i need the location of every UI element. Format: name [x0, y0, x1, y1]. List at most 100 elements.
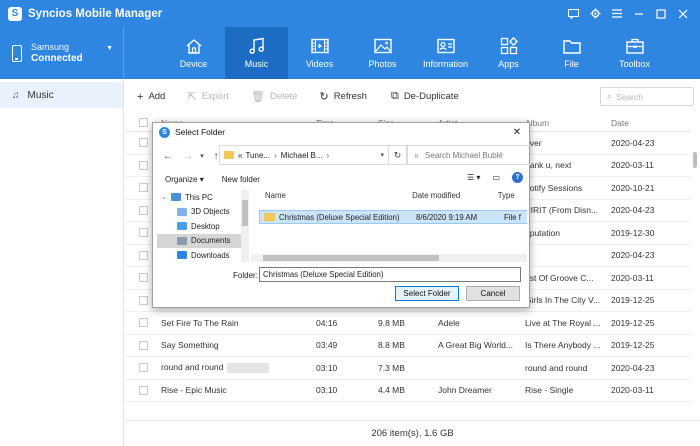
- cell-album: Live at The Royal ...: [525, 317, 601, 328]
- forward-arrow-icon[interactable]: →: [181, 151, 195, 162]
- gear-icon[interactable]: [584, 4, 606, 24]
- main-nav: Samsung Connected ▼ Device Music Videos: [0, 27, 700, 79]
- dialog-buttons: Select Folder Cancel: [153, 286, 531, 302]
- cell-size: 7.3 MB: [378, 362, 405, 373]
- select-folder-dialog: S Select Folder ✕ ← → ▾ ↑ « Tune... › Mi…: [152, 122, 531, 308]
- row-checkbox[interactable]: [138, 138, 148, 148]
- close-icon[interactable]: [672, 4, 694, 24]
- nav-toolbox[interactable]: Toolbox: [603, 27, 666, 79]
- table-row[interactable]: Set Fire To The Rain 04:16 9.8 MB Adele Live…: [125, 312, 691, 335]
- list-horizontal-scrollbar[interactable]: [251, 254, 527, 262]
- table-row[interactable]: round and round 03:10 7.3 MB round and roun…: [125, 357, 691, 380]
- feedback-icon[interactable]: [562, 4, 584, 24]
- maximize-icon[interactable]: [650, 4, 672, 24]
- apps-grid-icon: [499, 37, 519, 55]
- search-input[interactable]: ⌕ Search: [600, 87, 694, 106]
- cell-date: 2019-12-30: [611, 227, 655, 238]
- add-button[interactable]: + Add: [137, 91, 165, 103]
- cell-date: 2020-04-23: [611, 205, 655, 216]
- music-note-icon: [247, 37, 267, 55]
- dialog-title-bar: S Select Folder: [153, 123, 529, 141]
- cell-album: Is There Anybody ...: [525, 340, 601, 351]
- scrollbar-thumb[interactable]: [242, 200, 248, 226]
- folder-name-input[interactable]: Christmas (Deluxe Special Edition): [259, 267, 521, 282]
- row-checkbox[interactable]: [138, 318, 148, 328]
- tree-item-desktop[interactable]: Desktop: [157, 219, 243, 234]
- minimize-icon[interactable]: [628, 4, 650, 24]
- organize-button[interactable]: Organize ▾: [165, 175, 204, 184]
- preview-pane-icon[interactable]: ▭: [492, 173, 500, 182]
- nav-music[interactable]: Music: [225, 27, 288, 79]
- refresh-icon[interactable]: ↻: [389, 145, 407, 165]
- cell-time: 03:10: [316, 385, 338, 396]
- help-icon[interactable]: ?: [512, 172, 523, 183]
- new-folder-button[interactable]: New folder: [222, 175, 260, 184]
- phone-icon: [12, 44, 22, 62]
- column-name[interactable]: Name: [251, 191, 412, 200]
- select-folder-button[interactable]: Select Folder: [395, 286, 459, 301]
- row-checkbox[interactable]: [138, 160, 148, 170]
- row-checkbox[interactable]: [138, 205, 148, 215]
- chevron-right-icon: ›: [274, 150, 277, 160]
- cell-size: 4.4 MB: [378, 385, 405, 396]
- list-item[interactable]: Christmas (Deluxe Special Edition) 8/6/2…: [259, 210, 527, 224]
- nav-file[interactable]: File: [540, 27, 603, 79]
- nav-apps[interactable]: Apps: [477, 27, 540, 79]
- item-count: 206 item(s), 1.6 GB: [371, 428, 454, 439]
- search-icon: ⌕: [607, 91, 613, 101]
- dialog-close-icon[interactable]: ✕: [509, 124, 525, 140]
- select-all-checkbox[interactable]: [138, 118, 148, 127]
- row-checkbox[interactable]: [138, 228, 148, 238]
- column-type[interactable]: Type: [498, 191, 527, 200]
- cell-date: 2020-04-23: [611, 362, 655, 373]
- cancel-button[interactable]: Cancel: [466, 286, 520, 301]
- nav-device[interactable]: Device: [162, 27, 225, 79]
- device-selector[interactable]: Samsung Connected ▼: [0, 27, 124, 79]
- export-button[interactable]: ⇱ Export: [187, 90, 229, 103]
- tree-item-this-pc[interactable]: ⌄ This PC: [157, 190, 243, 205]
- row-checkbox[interactable]: [138, 183, 148, 193]
- scrollbar-thumb[interactable]: [263, 255, 439, 261]
- table-scrollbar[interactable]: [691, 114, 700, 420]
- row-checkbox[interactable]: [138, 250, 148, 260]
- nav-information[interactable]: Information: [414, 27, 477, 79]
- column-album[interactable]: Album: [525, 118, 611, 128]
- cell-date: 2019-12-25: [611, 340, 655, 351]
- chevron-down-icon[interactable]: ▾: [380, 151, 384, 159]
- path-segment[interactable]: Tune...: [245, 151, 270, 160]
- menu-icon[interactable]: [606, 4, 628, 24]
- row-checkbox[interactable]: [138, 273, 148, 283]
- nav-photos[interactable]: Photos: [351, 27, 414, 79]
- tree-item-documents[interactable]: Documents: [157, 233, 243, 248]
- folder-icon: [224, 151, 234, 159]
- delete-button[interactable]: 🗑 Delete: [251, 90, 297, 103]
- tree-item-downloads[interactable]: Downloads: [157, 248, 243, 262]
- row-checkbox[interactable]: [138, 363, 148, 373]
- folder-list: Name Date modified Type Christmas (Delux…: [251, 185, 527, 262]
- view-options-icon[interactable]: ☰ ▾: [467, 173, 480, 182]
- row-checkbox[interactable]: [138, 385, 148, 395]
- recent-dropdown-icon[interactable]: ▾: [195, 152, 209, 160]
- music-note-icon: ♫: [12, 89, 20, 101]
- row-checkbox[interactable]: [138, 295, 148, 305]
- tree-item-3d-objects[interactable]: 3D Objects: [157, 205, 243, 220]
- sidebar-item-music[interactable]: ♫ Music: [0, 82, 123, 108]
- row-checkbox[interactable]: [138, 340, 148, 350]
- tree-scrollbar[interactable]: [241, 190, 249, 262]
- redacted-text: [227, 363, 270, 374]
- path-input[interactable]: « Tune... › Michael B... › ▾: [219, 145, 389, 165]
- table-row[interactable]: Rise - Epic Music 03:10 4.4 MB John Dreamer…: [125, 380, 691, 402]
- column-date-modified[interactable]: Date modified: [412, 191, 498, 200]
- dedupe-button[interactable]: ⧉ De-Duplicate: [391, 90, 459, 103]
- table-row[interactable]: Say Something 03:49 8.8 MB A Great Big Worl…: [125, 335, 691, 357]
- path-segment[interactable]: Michael B...: [281, 151, 323, 160]
- folder-icon: [562, 37, 582, 55]
- status-bar: 206 item(s), 1.6 GB: [125, 420, 700, 446]
- scrollbar-thumb[interactable]: [693, 152, 697, 168]
- nav-videos[interactable]: Videos: [288, 27, 351, 79]
- refresh-button[interactable]: ↻ Refresh: [319, 90, 366, 103]
- back-arrow-icon[interactable]: ←: [161, 151, 175, 162]
- dialog-search-input[interactable]: ⌕ Search Michael Bublé: [407, 145, 531, 165]
- chevron-down-icon[interactable]: ⌄: [161, 193, 169, 201]
- column-date[interactable]: Date: [611, 118, 686, 128]
